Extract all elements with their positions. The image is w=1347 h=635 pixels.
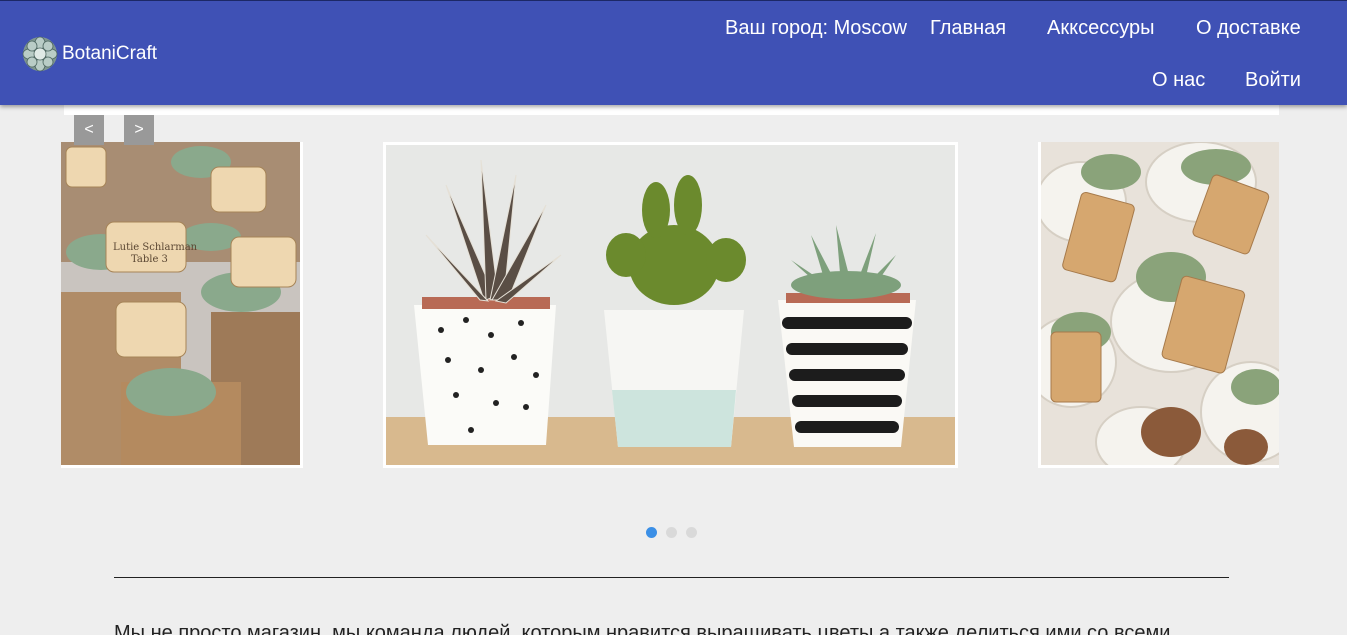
nav-login[interactable]: Войти — [1245, 69, 1301, 92]
succulent-logo-icon — [22, 36, 58, 72]
carousel-dot-2[interactable] — [666, 527, 677, 538]
nav-about[interactable]: О нас — [1152, 69, 1205, 92]
carousel-slide-left[interactable]: Lutie Schlarman Table 3 — [61, 142, 303, 468]
carousel-slide-right[interactable] — [1038, 142, 1279, 468]
carousel-slide-center[interactable] — [383, 142, 958, 468]
about-intro-text: Мы не просто магазин, мы команда людей, … — [114, 622, 1171, 635]
carousel-dot-3[interactable] — [686, 527, 697, 538]
carousel-top-strip — [64, 105, 1279, 115]
nav-home[interactable]: Главная — [930, 17, 1006, 40]
section-divider — [114, 577, 1229, 578]
carousel-indicators — [646, 527, 697, 538]
nav-delivery[interactable]: О доставке — [1196, 17, 1301, 40]
city-selector[interactable]: Ваш город: Moscow — [725, 17, 907, 40]
site-header: BotaniCraft Ваш город: Moscow Главная Ак… — [0, 1, 1347, 105]
carousel-prev-button[interactable]: < — [74, 115, 104, 145]
carousel-dot-1[interactable] — [646, 527, 657, 538]
svg-text:Table 3: Table 3 — [131, 254, 168, 265]
succulents-with-name-cards-image: Lutie Schlarman Table 3 — [61, 142, 300, 465]
svg-text:Lutie Schlarman: Lutie Schlarman — [113, 242, 198, 253]
three-succulents-in-painted-pots-image — [386, 145, 955, 465]
brand-logo[interactable]: BotaniCraft — [22, 36, 157, 72]
carousel-next-button[interactable]: > — [124, 115, 154, 145]
nav-accessories[interactable]: Акксессуры — [1047, 17, 1154, 40]
succulent-favors-with-tags-image — [1041, 142, 1279, 465]
brand-name: BotaniCraft — [62, 43, 158, 64]
